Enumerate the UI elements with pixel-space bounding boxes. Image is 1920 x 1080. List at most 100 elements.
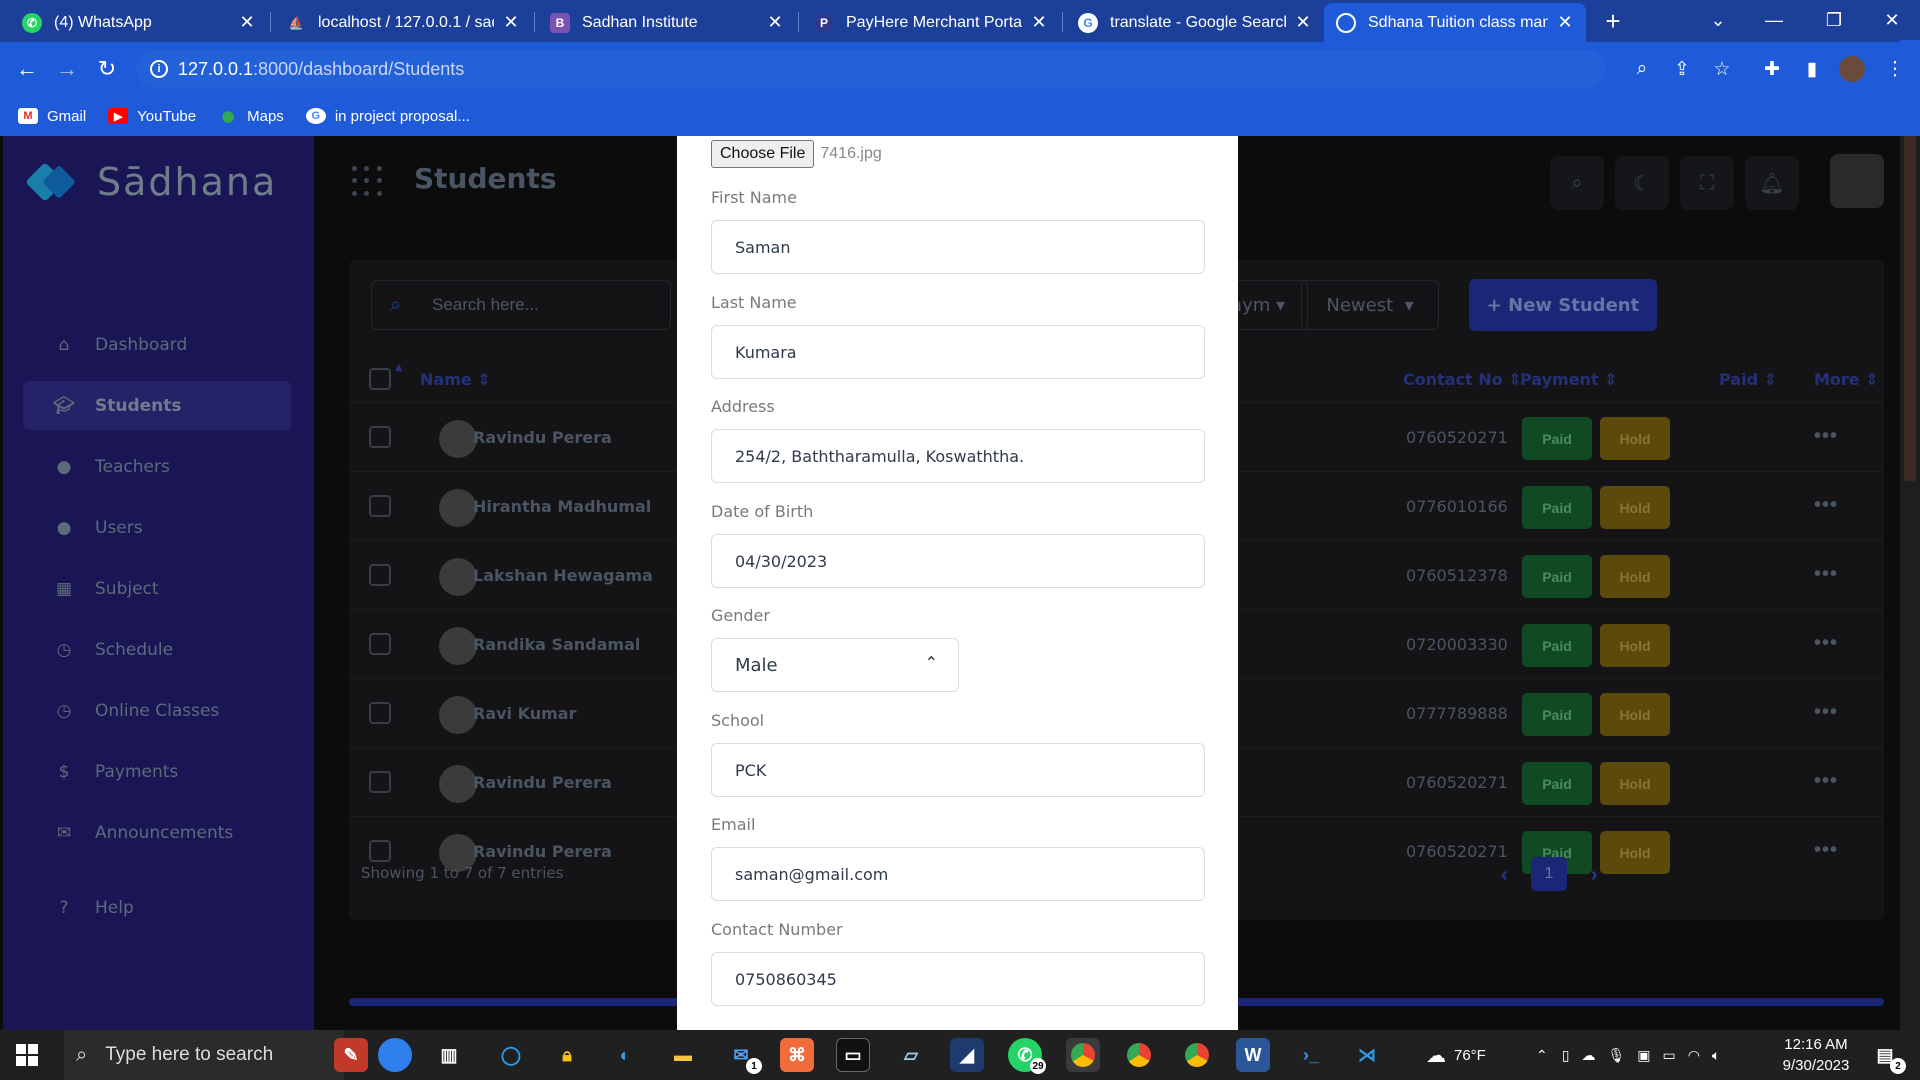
wifi-icon[interactable]: ◠ (1688, 1047, 1700, 1064)
choose-file-button[interactable]: Choose File (711, 140, 815, 168)
sublime-icon[interactable]: ⌘ (780, 1038, 814, 1072)
tab-search-chevron-icon[interactable]: ⌄ (1690, 0, 1746, 40)
sidebar-item-payments[interactable]: $ Payments (23, 747, 291, 796)
row-checkbox[interactable] (369, 426, 391, 448)
hold-button[interactable]: Hold (1600, 831, 1670, 874)
share-icon[interactable]: ⇪ (1669, 56, 1695, 82)
close-icon[interactable]: ✕ (502, 12, 520, 33)
address-field[interactable]: 254/2, Baththaramulla, Koswaththa. (711, 429, 1205, 483)
tab-sadhan-institute[interactable]: B Sadhan Institute ✕ (538, 3, 796, 42)
fullscreen-icon[interactable]: ⛶ (1680, 156, 1734, 210)
device-icon[interactable]: ▯ (1562, 1047, 1570, 1064)
task-view-icon[interactable]: ▥ (432, 1038, 466, 1072)
select-all-checkbox[interactable] (369, 368, 391, 390)
column-header-payment[interactable]: Payment ⇕ (1520, 370, 1618, 389)
contact-number-field[interactable]: 0750860345 (711, 952, 1205, 1006)
hold-button[interactable]: Hold (1600, 693, 1670, 736)
more-options-icon[interactable]: ••• (1814, 632, 1838, 655)
taskbar-search-input[interactable]: ⌕ Type here to search (64, 1030, 344, 1080)
paid-button[interactable]: Paid (1522, 555, 1592, 598)
speaker-icon[interactable]: 🔈︎ (1712, 1047, 1720, 1064)
row-checkbox[interactable] (369, 633, 391, 655)
search-icon[interactable]: ⌕ (1550, 156, 1604, 210)
sidebar-item-subject[interactable]: ▦ Subject (23, 564, 291, 613)
column-header-contact[interactable]: Contact No ⇕ (1403, 370, 1522, 389)
address-bar[interactable]: i 127.0.0.1:8000/dashboard/Students (136, 50, 1606, 88)
whatsapp-icon[interactable]: ✆ 29 (1008, 1038, 1046, 1074)
more-options-icon[interactable]: ••• (1814, 770, 1838, 793)
paid-button[interactable]: Paid (1522, 486, 1592, 529)
scrollbar-thumb[interactable] (1904, 136, 1916, 481)
bookmark-project-proposal[interactable]: G in project proposal... (305, 108, 470, 125)
apps-grid-icon[interactable] (352, 166, 384, 198)
more-options-icon[interactable]: ••• (1814, 425, 1838, 448)
hold-button[interactable]: Hold (1600, 486, 1670, 529)
notification-center-icon[interactable]: ▤ 2 (1868, 1038, 1906, 1074)
page-number-button[interactable]: 1 (1531, 857, 1567, 891)
more-options-icon[interactable]: ••• (1814, 701, 1838, 724)
chrome-icon[interactable] (1180, 1038, 1214, 1072)
side-panel-icon[interactable]: ▮ (1799, 56, 1825, 82)
microphone-icon[interactable]: 🎙︎ (1607, 1047, 1625, 1064)
close-icon[interactable]: ✕ (766, 12, 784, 33)
search-input[interactable]: ⌕ Search here... (371, 280, 671, 330)
file-explorer-icon[interactable]: ▬ (666, 1038, 700, 1072)
windows-start-icon[interactable] (16, 1044, 38, 1066)
sidebar-item-students[interactable]: 🎓︎ Students (23, 381, 291, 430)
clock[interactable]: 12:16 AM 9/30/2023 (1776, 1034, 1856, 1076)
column-header-paid[interactable]: Paid ⇕ (1719, 370, 1777, 389)
forward-arrow-icon[interactable]: → (48, 50, 86, 88)
chrome-icon[interactable] (1122, 1038, 1156, 1072)
more-options-icon[interactable]: ••• (1814, 839, 1838, 862)
close-icon[interactable]: ✕ (238, 12, 256, 33)
more-options-icon[interactable]: ••• (1814, 494, 1838, 517)
row-checkbox[interactable] (369, 702, 391, 724)
teams-meeting-icon[interactable]: ✎ (334, 1038, 368, 1072)
row-checkbox[interactable] (369, 840, 391, 862)
last-name-field[interactable]: Kumara (711, 325, 1205, 379)
sidebar-item-schedule[interactable]: ◷ Schedule (23, 625, 291, 674)
new-student-button[interactable]: + New Student (1469, 279, 1657, 331)
colorful-app-icon[interactable] (378, 1038, 412, 1072)
profile-avatar[interactable] (1839, 56, 1865, 82)
weather-widget[interactable]: ☁ 76°F (1426, 1030, 1486, 1080)
sidebar-item-dashboard[interactable]: ⌂ Dashboard (23, 320, 291, 369)
info-icon[interactable]: i (150, 60, 168, 78)
vscode-icon[interactable]: ⋊ (1350, 1038, 1384, 1072)
bookmark-youtube[interactable]: ▶ YouTube (108, 108, 196, 125)
first-name-field[interactable]: Saman (711, 220, 1205, 274)
battery-icon[interactable]: ▭ (1662, 1047, 1675, 1064)
hold-button[interactable]: Hold (1600, 624, 1670, 667)
close-icon[interactable]: ✕ (1030, 12, 1048, 33)
notepad-icon[interactable]: ▱ (894, 1038, 928, 1072)
back-arrow-icon[interactable]: ← (8, 50, 46, 88)
chevron-right-icon[interactable]: › (1591, 864, 1598, 887)
chevron-left-icon[interactable]: ‹ (1501, 864, 1508, 887)
reload-icon[interactable]: ↻ (88, 50, 126, 88)
sidebar-item-teachers[interactable]: ● Teachers (23, 442, 291, 491)
email-field[interactable]: saman@gmail.com (711, 847, 1205, 901)
hold-button[interactable]: Hold (1600, 762, 1670, 805)
vertical-scrollbar[interactable] (1900, 136, 1920, 1030)
cortana-icon[interactable]: ◯ (494, 1038, 528, 1072)
tab-google-search[interactable]: G translate - Google Search ✕ (1066, 3, 1324, 42)
date-of-birth-field[interactable]: 04/30/2023 (711, 534, 1205, 588)
tab-sdhana-active[interactable]: Sdhana Tuition class mana ✕ (1324, 3, 1586, 42)
bookmark-maps[interactable]: ⬤ Maps (218, 108, 284, 125)
paid-button[interactable]: Paid (1522, 762, 1592, 805)
sidebar-item-help[interactable]: ? Help (23, 883, 291, 932)
user-avatar[interactable] (1830, 154, 1884, 208)
word-icon[interactable]: W (1236, 1038, 1270, 1072)
close-icon[interactable]: ✕ (1294, 12, 1312, 33)
sort-up-icon[interactable]: ▲ (395, 362, 403, 373)
bookmark-star-icon[interactable]: ☆ (1709, 56, 1735, 82)
sidebar-item-users[interactable]: ● Users (23, 503, 291, 552)
more-options-icon[interactable]: ••• (1814, 563, 1838, 586)
new-tab-button[interactable]: + (1596, 4, 1630, 38)
close-icon[interactable]: ✕ (1556, 12, 1574, 33)
tab-whatsapp[interactable]: ✆ (4) WhatsApp ✕ (10, 3, 268, 42)
close-window-button[interactable]: ✕ (1864, 0, 1920, 40)
gender-select[interactable]: Male ⌃ (711, 638, 959, 692)
dark-mode-moon-icon[interactable]: ☾ (1615, 156, 1669, 210)
sidebar-item-announcements[interactable]: ✉ Announcements (23, 808, 291, 857)
